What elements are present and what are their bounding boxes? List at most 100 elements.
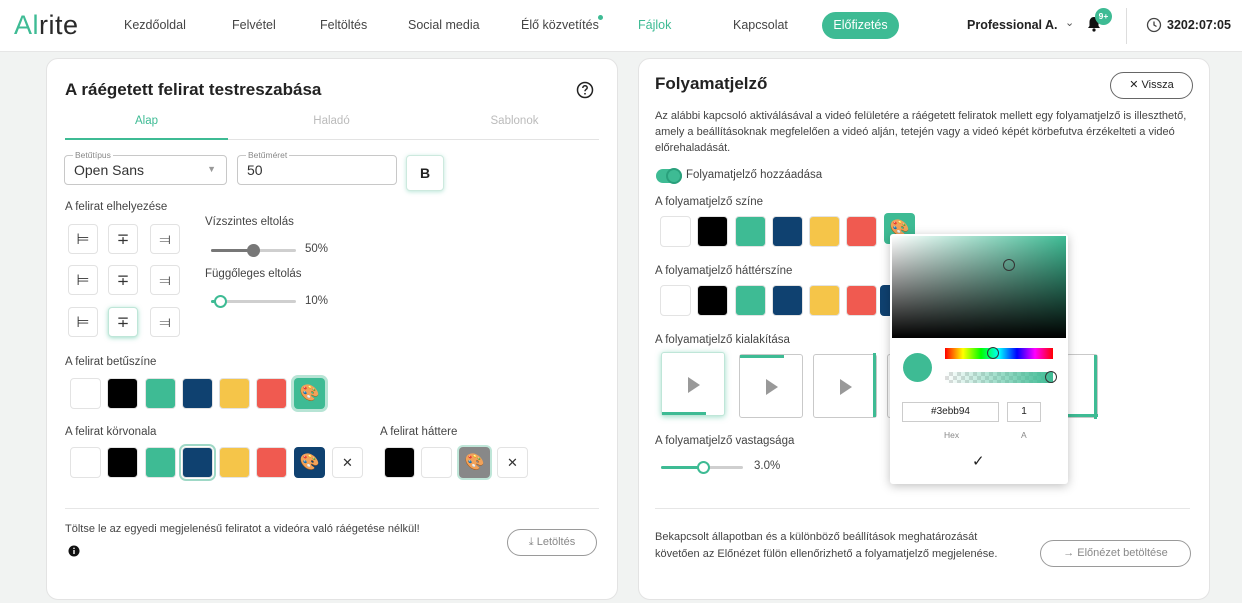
- font-color-black[interactable]: [107, 378, 138, 409]
- outline-clear-icon[interactable]: ✕: [332, 447, 363, 478]
- style-side-bar[interactable]: [813, 353, 877, 418]
- tab-templates[interactable]: Sablonok: [433, 115, 596, 127]
- outline-white[interactable]: [70, 447, 101, 478]
- download-icon: ⤓: [528, 536, 534, 548]
- bold-toggle-button[interactable]: B: [406, 155, 444, 191]
- saturation-cursor[interactable]: [1003, 259, 1015, 271]
- left-footer-divider: [65, 508, 599, 509]
- nav-live-stream[interactable]: Élő közvetítés: [521, 18, 599, 32]
- font-color-green[interactable]: [145, 378, 176, 409]
- preview-description: Bekapcsolt állapotban és a különböző beá…: [655, 531, 998, 560]
- style-top-bar[interactable]: [739, 354, 803, 418]
- background-white[interactable]: [421, 447, 452, 478]
- style-around-bar[interactable]: [1066, 354, 1098, 419]
- align-top-center-icon[interactable]: ∓: [108, 224, 138, 254]
- outline-navy[interactable]: [179, 444, 216, 481]
- horizontal-offset-value: 50%: [305, 243, 329, 255]
- hue-knob[interactable]: [987, 347, 999, 359]
- align-middle-center-icon[interactable]: ∓: [108, 265, 138, 295]
- outline-black[interactable]: [107, 447, 138, 478]
- font-size-input[interactable]: Betűméret 50: [237, 150, 397, 185]
- color-picker-popover: #3ebb94 1 Hex A ✓: [890, 234, 1068, 484]
- load-preview-button[interactable]: → Előnézet betöltése: [1040, 540, 1191, 567]
- user-menu-name[interactable]: Professional A.: [967, 18, 1058, 32]
- font-color-palette-icon[interactable]: 🎨: [294, 378, 325, 409]
- download-button[interactable]: ⤓ Letöltés: [507, 529, 597, 556]
- font-color-white[interactable]: [70, 378, 101, 409]
- progress-color-yellow[interactable]: [809, 216, 840, 247]
- nav-record[interactable]: Felvétel: [232, 18, 276, 32]
- progress-panel-title: Folyamatjelző: [655, 74, 768, 93]
- background-palette-icon[interactable]: 🎨: [459, 447, 490, 478]
- align-bottom-right-icon[interactable]: ⫤: [150, 307, 180, 337]
- progress-bg-yellow[interactable]: [809, 285, 840, 316]
- font-color-yellow[interactable]: [219, 378, 250, 409]
- align-middle-left-icon[interactable]: ⊨: [68, 265, 98, 295]
- hue-slider[interactable]: [945, 347, 1053, 359]
- nav-contact[interactable]: Kapcsolat: [733, 18, 788, 32]
- saturation-area[interactable]: [892, 236, 1066, 338]
- progress-bg-green[interactable]: [735, 285, 766, 316]
- align-top-left-icon[interactable]: ⊨: [68, 224, 98, 254]
- font-color-label: A felirat betűszíne: [65, 356, 157, 368]
- chevron-down-icon[interactable]: ⌄: [1065, 16, 1074, 29]
- progress-toggle[interactable]: [656, 168, 682, 184]
- align-bottom-left-icon[interactable]: ⊨: [68, 307, 98, 337]
- back-button[interactable]: ✕ Vissza: [1110, 72, 1193, 99]
- progress-color-green[interactable]: [735, 216, 766, 247]
- nav-upload[interactable]: Feltöltés: [320, 18, 367, 32]
- outline-green[interactable]: [145, 447, 176, 478]
- font-family-select[interactable]: Betűtípus Open Sans ▼: [64, 150, 227, 185]
- progress-color-white[interactable]: [660, 216, 691, 247]
- notification-badge: 9+: [1095, 8, 1112, 25]
- hex-label: Hex: [944, 430, 960, 440]
- remaining-time: 3202:07:05: [1167, 18, 1231, 32]
- help-icon[interactable]: [576, 81, 594, 99]
- thickness-knob[interactable]: [697, 461, 710, 474]
- alpha-knob[interactable]: [1045, 371, 1057, 383]
- background-clear-icon[interactable]: ✕: [497, 447, 528, 478]
- outline-label: A felirat körvonala: [65, 426, 157, 438]
- progress-color-navy[interactable]: [772, 216, 803, 247]
- font-color-red[interactable]: [256, 378, 287, 409]
- close-icon: ✕: [1129, 79, 1139, 91]
- app-logo[interactable]: Alrite: [14, 10, 79, 41]
- tab-advanced[interactable]: Haladó: [250, 115, 413, 127]
- nav-home[interactable]: Kezdőoldal: [124, 18, 186, 32]
- thickness-value: 3.0%: [754, 460, 781, 472]
- outline-yellow[interactable]: [219, 447, 250, 478]
- vertical-offset-knob[interactable]: [214, 295, 227, 308]
- color-preview: [903, 353, 932, 382]
- subscribe-button[interactable]: Előfizetés: [822, 12, 899, 39]
- tab-basic[interactable]: Alap: [65, 115, 228, 127]
- nav-social-media[interactable]: Social media: [408, 18, 480, 32]
- progress-bg-red[interactable]: [846, 285, 877, 316]
- progress-color-red[interactable]: [846, 216, 877, 247]
- dropdown-arrow-icon: ▼: [207, 164, 216, 174]
- alpha-slider[interactable]: [945, 371, 1057, 383]
- progress-thickness-label: A folyamatjelző vastagsága: [655, 435, 795, 447]
- info-icon[interactable]: [68, 545, 80, 557]
- placement-label: A felirat elhelyezése: [65, 201, 168, 213]
- outline-red[interactable]: [256, 447, 287, 478]
- align-middle-right-icon[interactable]: ⫤: [150, 265, 180, 295]
- style-bottom-bar[interactable]: [661, 352, 725, 416]
- nav-divider: [1126, 8, 1127, 44]
- alpha-input[interactable]: 1: [1007, 402, 1041, 422]
- progress-bg-black[interactable]: [697, 285, 728, 316]
- download-description: Töltse le az egyedi megjelenésű felirato…: [65, 523, 420, 535]
- outline-palette-icon[interactable]: 🎨: [294, 447, 325, 478]
- font-color-navy[interactable]: [182, 378, 213, 409]
- hex-input[interactable]: #3ebb94: [902, 402, 999, 422]
- horizontal-offset-knob[interactable]: [247, 244, 260, 257]
- progress-toggle-label: Folyamatjelző hozzáadása: [686, 169, 823, 181]
- align-bottom-center-icon[interactable]: ∓: [108, 307, 138, 337]
- confirm-check-icon[interactable]: ✓: [972, 452, 985, 470]
- progress-bg-white[interactable]: [660, 285, 691, 316]
- progress-bg-navy[interactable]: [772, 285, 803, 316]
- clock-icon: [1146, 17, 1162, 33]
- background-black[interactable]: [384, 447, 415, 478]
- nav-files[interactable]: Fájlok: [638, 18, 671, 32]
- progress-color-black[interactable]: [697, 216, 728, 247]
- align-top-right-icon[interactable]: ⫤: [150, 224, 180, 254]
